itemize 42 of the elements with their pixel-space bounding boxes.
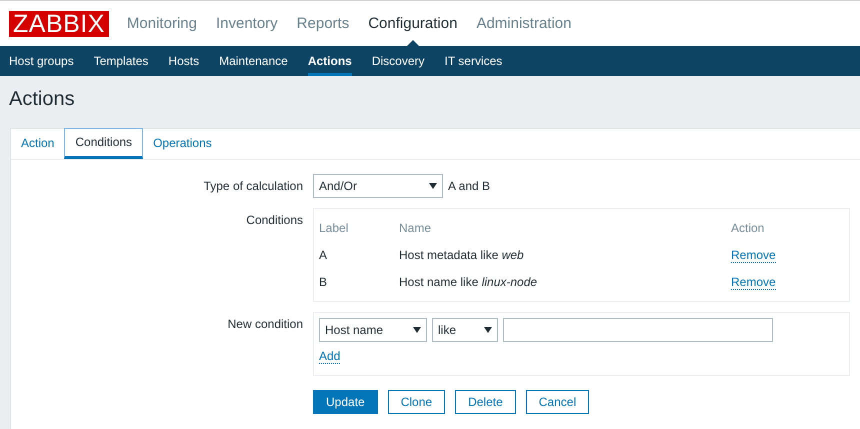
secondary-button[interactable]: Delete xyxy=(455,390,516,414)
calculation-select[interactable]: And/Or xyxy=(313,174,443,198)
table-cell-text: B xyxy=(319,274,328,291)
page-title: Actions xyxy=(8,87,76,112)
sub-menu-item[interactable]: Hosts xyxy=(168,46,200,76)
main-menu-item[interactable]: Configuration xyxy=(368,0,458,46)
logo[interactable]: ZABBIX xyxy=(9,10,109,36)
table-cell-text: A xyxy=(319,247,328,264)
column-header: Action xyxy=(731,220,766,237)
sub-menu-item[interactable]: Templates xyxy=(94,46,148,76)
sub-menu-item[interactable]: Host groups xyxy=(9,46,74,76)
field-label: Conditions xyxy=(245,212,303,229)
sub-menu-item[interactable]: Maintenance xyxy=(219,46,288,76)
remove-link[interactable]: Remove xyxy=(731,275,776,290)
secondary-button[interactable]: Clone xyxy=(388,390,446,414)
remove-link[interactable]: Remove xyxy=(731,248,776,263)
sub-menu-item[interactable]: IT services xyxy=(444,46,502,76)
main-menu-item[interactable]: Administration xyxy=(476,0,572,46)
field-label: Type of calculation xyxy=(202,178,303,195)
field-label: New condition xyxy=(226,316,303,333)
add-link[interactable]: Add xyxy=(319,349,340,364)
caret-icon xyxy=(429,183,437,189)
sub-menu-item[interactable]: Discovery xyxy=(372,46,425,76)
main-menu-item[interactable]: Reports xyxy=(296,0,350,46)
tab[interactable]: Conditions xyxy=(64,128,144,159)
condition-type-select[interactable]: Host name xyxy=(319,318,427,342)
secondary-button[interactable]: Cancel xyxy=(526,390,590,414)
sub-menu-item[interactable]: Actions xyxy=(308,46,352,76)
column-header: Label xyxy=(319,220,350,237)
caret-icon xyxy=(413,327,421,333)
tab[interactable]: Operations xyxy=(143,129,222,159)
primary-button[interactable]: Update xyxy=(313,390,378,414)
value-input-field[interactable] xyxy=(503,318,773,342)
main-menu-item[interactable]: Monitoring xyxy=(126,0,197,46)
formula-text: A and B xyxy=(448,179,490,193)
main-menu-item[interactable]: Inventory xyxy=(216,0,278,46)
table-cell-text: Host metadata like web xyxy=(399,247,525,264)
tab[interactable]: Action xyxy=(11,129,64,159)
table-cell-text: Host name like linux-node xyxy=(399,274,538,291)
caret-icon xyxy=(484,327,492,333)
column-header: Name xyxy=(399,220,432,237)
operator-select[interactable]: like xyxy=(432,318,498,342)
